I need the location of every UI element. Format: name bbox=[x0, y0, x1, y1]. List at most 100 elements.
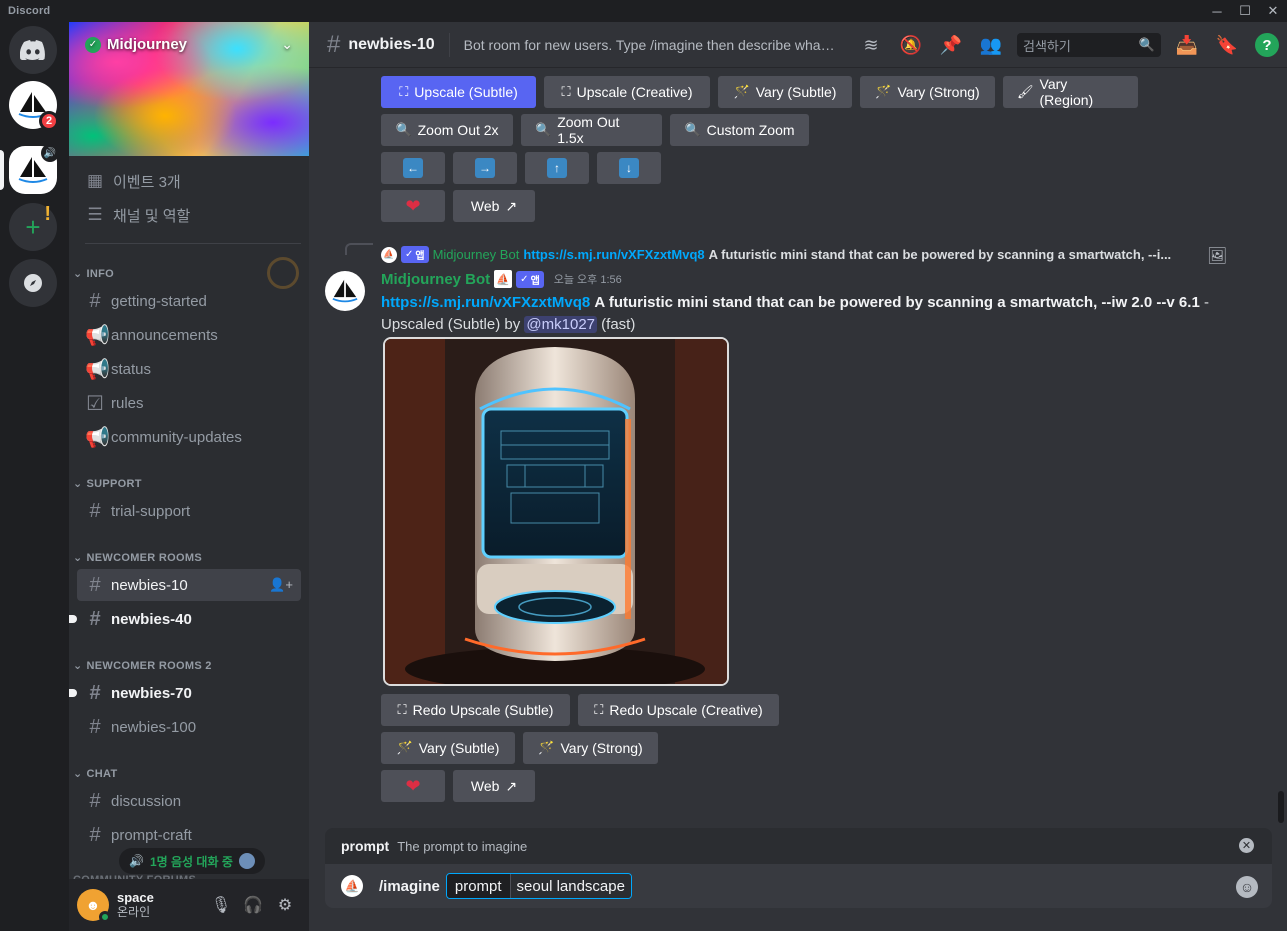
message-timestamp: 오늘 오후 1:56 bbox=[553, 274, 622, 286]
magic-wand-icon: 🪄 bbox=[875, 84, 892, 99]
expand-icon: ⛶ bbox=[399, 84, 409, 99]
redo-upscale-subtle-button[interactable]: ⛶ Redo Upscale (Subtle) bbox=[381, 694, 570, 726]
command-option-field[interactable]: prompt seoul landscape bbox=[445, 873, 632, 899]
magic-wand-icon: 🪄 bbox=[538, 740, 555, 755]
channel-getting-started[interactable]: # getting-started bbox=[77, 285, 301, 317]
sailboat-icon: ⛵ bbox=[494, 270, 513, 288]
arrow-right-icon: → bbox=[475, 158, 495, 178]
pan-left-button[interactable]: ← bbox=[381, 152, 445, 184]
verified-icon: ✓ bbox=[85, 36, 101, 53]
arrow-left-icon: ← bbox=[403, 158, 423, 178]
events-label: 이벤트 3개 bbox=[113, 173, 181, 191]
message-link[interactable]: https://s.mj.run/vXFXzxtMvq8 bbox=[381, 294, 590, 311]
category-support[interactable]: ⌄ SUPPORT bbox=[73, 477, 142, 491]
channel-topic[interactable]: Bot room for new users. Type /imagine th… bbox=[464, 37, 836, 53]
avatar[interactable] bbox=[325, 271, 365, 311]
category-newcomer-rooms-2[interactable]: ⌄ NEWCOMER ROOMS 2 bbox=[73, 659, 212, 673]
scrollbar-thumb[interactable] bbox=[1278, 791, 1284, 823]
calendar-icon: ▦ bbox=[86, 171, 104, 190]
server-header[interactable]: ✓ Midjourney bbox=[85, 36, 187, 53]
expand-icon: ⛶ bbox=[397, 702, 407, 717]
discord-logo-icon bbox=[20, 40, 45, 60]
pin-icon[interactable]: 📌 bbox=[931, 22, 971, 68]
channel-newbies-70[interactable]: # newbies-70 bbox=[69, 677, 301, 709]
hash-icon: # bbox=[89, 573, 101, 596]
member-list-icon[interactable]: 👥 bbox=[971, 22, 1011, 68]
pan-down-button[interactable]: ↓ bbox=[597, 152, 661, 184]
unread-dot bbox=[69, 615, 77, 623]
threads-icon[interactable]: ≋ bbox=[851, 22, 891, 68]
reply-link[interactable]: https://s.mj.run/vXFXzxtMvq8 bbox=[523, 247, 704, 262]
events-item[interactable]: ▦ 이벤트 3개 bbox=[77, 165, 301, 197]
category-chat[interactable]: ⌄ CHAT bbox=[73, 767, 117, 781]
prompt-input[interactable]: seoul landscape bbox=[509, 874, 631, 898]
channel-status[interactable]: 📢 status bbox=[77, 353, 301, 385]
emoji-icon[interactable]: ☺ bbox=[1236, 876, 1258, 898]
channel-newbies-100[interactable]: # newbies-100 bbox=[77, 711, 301, 743]
upscale-creative-button[interactable]: ⛶ Upscale (Creative) bbox=[544, 76, 710, 108]
channel-rules[interactable]: ☑ rules bbox=[77, 387, 301, 419]
add-server-button[interactable]: + ! bbox=[9, 203, 57, 251]
vary-strong-button[interactable]: 🪄 Vary (Strong) bbox=[523, 732, 658, 764]
user-mention[interactable]: @mk1027 bbox=[524, 316, 597, 333]
server-banner[interactable]: ✓ Midjourney ⌄ bbox=[69, 22, 309, 156]
list-search-icon: ☰ bbox=[87, 205, 103, 224]
vary-strong-button[interactable]: 🪄 Vary (Strong) bbox=[860, 76, 995, 108]
rules-icon: ☑ bbox=[86, 392, 104, 415]
pan-right-button[interactable]: → bbox=[453, 152, 517, 184]
headphones-icon[interactable]: 🎧 bbox=[237, 889, 269, 921]
server-midjourney[interactable]: 🔊 bbox=[9, 144, 59, 194]
megaphone-icon: 📢 bbox=[85, 324, 110, 347]
zoom-out-1-5x-button[interactable]: 🔍 Zoom Out 1.5x bbox=[521, 114, 662, 146]
image-icon: 🖼 bbox=[1207, 248, 1228, 265]
channel-newbies-10[interactable]: # newbies-10 👤+ bbox=[77, 569, 301, 601]
reply-preview[interactable]: ⛵ ✓ 앱 Midjourney Bot https://s.mj.run/vX… bbox=[381, 246, 1201, 263]
close-button[interactable]: ✕ bbox=[1259, 0, 1287, 22]
notification-muted-icon[interactable]: 🔕 bbox=[891, 22, 931, 68]
hash-icon: # bbox=[89, 823, 101, 846]
discover-button[interactable] bbox=[9, 259, 57, 307]
search-input[interactable]: 검색하기 🔍 bbox=[1017, 33, 1161, 57]
microphone-icon[interactable]: 🎙 bbox=[205, 889, 237, 921]
category-newcomer-rooms[interactable]: ⌄ NEWCOMER ROOMS bbox=[73, 551, 202, 565]
minimize-button[interactable]: ─ bbox=[1203, 0, 1231, 22]
channel-community-updates[interactable]: 📢 community-updates bbox=[77, 421, 301, 453]
server-midjourney-dm[interactable]: 2 bbox=[9, 81, 59, 131]
inbox-icon[interactable]: 📥 bbox=[1167, 22, 1207, 68]
invite-member-icon[interactable]: 👤+ bbox=[269, 577, 293, 593]
message-composer[interactable]: ⛵ /imagine prompt seoul landscape ☺ bbox=[325, 864, 1272, 908]
upscale-subtle-button[interactable]: ⛶ Upscale (Subtle) bbox=[381, 76, 536, 108]
favorite-button[interactable]: ❤ bbox=[381, 770, 445, 802]
favorite-button[interactable]: ❤ bbox=[381, 190, 445, 222]
vary-region-button[interactable]: 🖌 Vary (Region) bbox=[1003, 76, 1138, 108]
web-button[interactable]: Web ↗ bbox=[453, 770, 535, 802]
option-key: prompt bbox=[446, 874, 510, 898]
help-button[interactable]: ? bbox=[1247, 22, 1287, 68]
maximize-button[interactable]: ☐ bbox=[1231, 0, 1259, 22]
avatar[interactable]: ☻ bbox=[77, 889, 111, 923]
bookmark-icon[interactable]: 🔖 bbox=[1207, 22, 1247, 68]
category-info[interactable]: ⌄ INFO bbox=[73, 267, 114, 281]
gear-icon[interactable]: ⚙ bbox=[269, 889, 301, 921]
unread-dot bbox=[69, 689, 77, 697]
channel-discussion[interactable]: # discussion bbox=[77, 785, 301, 817]
home-button[interactable] bbox=[9, 26, 57, 74]
chevron-down-icon[interactable]: ⌄ bbox=[281, 36, 293, 53]
heart-icon: ❤ bbox=[405, 775, 421, 796]
custom-zoom-button[interactable]: 🔍 Custom Zoom bbox=[670, 114, 809, 146]
channel-prompt-craft[interactable]: # prompt-craft bbox=[77, 819, 301, 851]
channel-newbies-40[interactable]: # newbies-40 bbox=[69, 603, 301, 635]
zoom-out-2x-button[interactable]: 🔍 Zoom Out 2x bbox=[381, 114, 513, 146]
voice-activity-pill[interactable]: 🔊 1명 음성 대화 중 bbox=[119, 848, 265, 874]
vary-subtle-button[interactable]: 🪄 Vary (Subtle) bbox=[381, 732, 515, 764]
channels-roles-item[interactable]: ☰ 채널 및 역할 bbox=[77, 199, 301, 231]
vary-subtle-button[interactable]: 🪄 Vary (Subtle) bbox=[718, 76, 852, 108]
close-icon[interactable]: ✕ bbox=[1239, 838, 1254, 853]
channel-announcements[interactable]: 📢 announcements bbox=[77, 319, 301, 351]
generated-image[interactable] bbox=[383, 337, 729, 686]
channel-trial-support[interactable]: # trial-support bbox=[77, 495, 301, 527]
pan-up-button[interactable]: ↑ bbox=[525, 152, 589, 184]
web-button[interactable]: Web ↗ bbox=[453, 190, 535, 222]
message-author[interactable]: Midjourney Bot bbox=[381, 271, 490, 288]
redo-upscale-creative-button[interactable]: ⛶ Redo Upscale (Creative) bbox=[578, 694, 779, 726]
